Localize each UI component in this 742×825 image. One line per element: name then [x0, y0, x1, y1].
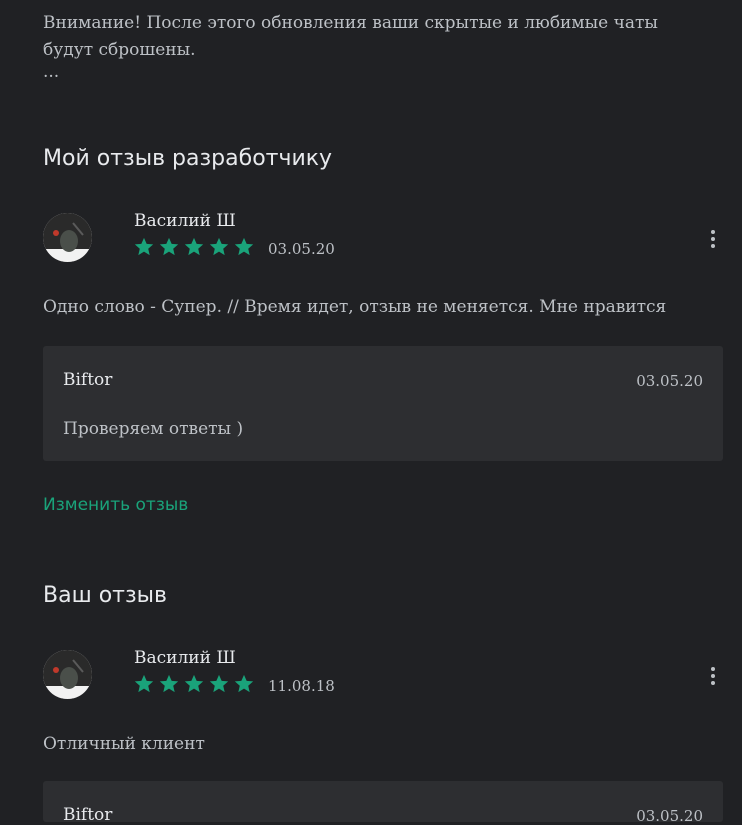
- reply-date: 03.05.20: [636, 372, 703, 390]
- review-text: Одно слово - Супер. // Время идет, отзыв…: [43, 297, 667, 317]
- rating-stars: [133, 673, 255, 695]
- reply-text: Проверяем ответы ): [63, 419, 244, 439]
- reply-author: Biftor: [63, 805, 113, 825]
- star-icon: [134, 674, 154, 693]
- star-icon: [184, 674, 204, 693]
- review-date: 03.05.20: [268, 240, 335, 258]
- avatar: [43, 650, 92, 699]
- review-text: Отличный клиент: [43, 734, 205, 754]
- star-icon: [209, 674, 229, 693]
- reply-date: 03.05.20: [636, 807, 703, 825]
- edit-review-button[interactable]: Изменить отзыв: [43, 495, 188, 515]
- developer-reply: Biftor 03.05.20 Проверяем ответы ): [43, 346, 723, 461]
- more-vert-icon[interactable]: [702, 228, 724, 250]
- star-icon: [234, 237, 254, 256]
- avatar: [43, 213, 92, 262]
- avatar-image: [43, 213, 92, 262]
- update-notice: Внимание! После этого обновления ваши ск…: [43, 10, 703, 82]
- star-icon: [159, 674, 179, 693]
- developer-reply: Biftor 03.05.20: [43, 781, 723, 825]
- review-date: 11.08.18: [268, 677, 335, 695]
- star-icon: [134, 237, 154, 256]
- review-author: Василий Ш: [134, 648, 236, 668]
- notice-ellipsis: ...: [43, 62, 60, 82]
- section-title-your-review: Ваш отзыв: [43, 583, 168, 608]
- rating-stars: [133, 236, 255, 258]
- star-icon: [209, 237, 229, 256]
- more-vert-icon[interactable]: [702, 665, 724, 687]
- notice-text: Внимание! После этого обновления ваши ск…: [43, 13, 658, 60]
- star-icon: [184, 237, 204, 256]
- avatar-image: [43, 650, 92, 699]
- review-author: Василий Ш: [134, 211, 236, 231]
- section-title-developer-review: Мой отзыв разработчику: [43, 146, 333, 171]
- star-icon: [159, 237, 179, 256]
- reply-author: Biftor: [63, 370, 113, 390]
- star-icon: [234, 674, 254, 693]
